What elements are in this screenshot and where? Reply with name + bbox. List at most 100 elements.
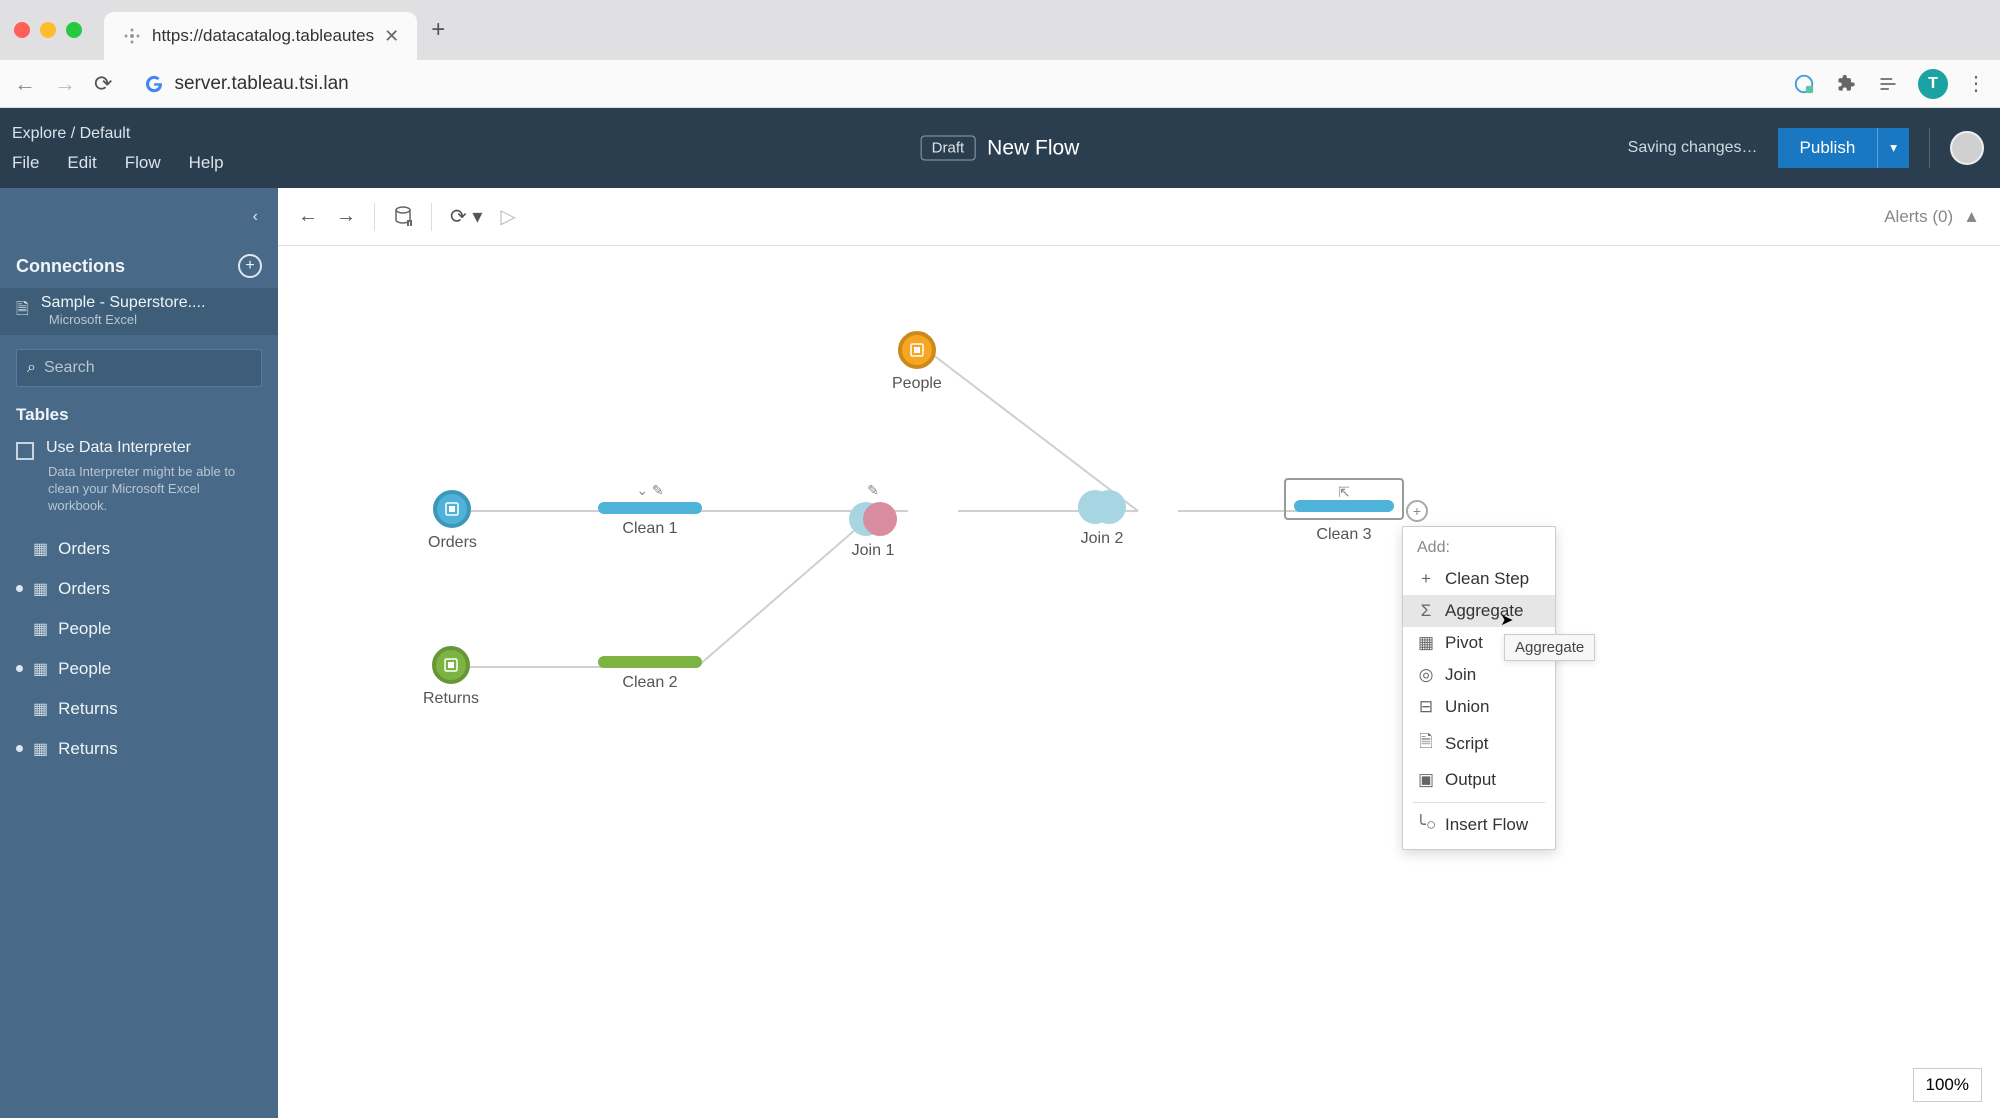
alerts-label[interactable]: Alerts (0) [1884, 207, 1953, 227]
table-icon: ▦ [33, 699, 48, 719]
new-tab-button[interactable]: + [431, 16, 445, 44]
browser-tab-strip: https://datacatalog.tableautes ✕ + [0, 0, 2000, 60]
data-sample-button[interactable] [393, 206, 413, 228]
tables-heading: Tables [0, 397, 278, 433]
breadcrumb-default[interactable]: Default [80, 125, 131, 142]
node-label: Clean 1 [622, 520, 677, 538]
node-label: People [892, 375, 942, 393]
ctx-item-output[interactable]: ▣ Output [1403, 764, 1555, 796]
popout-icon: ⇱ [1294, 484, 1394, 500]
refresh-dropdown-button[interactable]: ⟳ ▾ [450, 204, 482, 229]
ctx-item-clean-step[interactable]: + Clean Step [1403, 563, 1555, 595]
datasource-icon [433, 490, 471, 528]
connection-type: Microsoft Excel [49, 312, 206, 327]
data-interpreter-help: Data Interpreter might be able to clean … [0, 464, 278, 529]
publish-dropdown-button[interactable]: ▾ [1877, 128, 1909, 168]
node-returns[interactable]: Returns [423, 646, 479, 708]
close-tab-button[interactable]: ✕ [384, 26, 399, 47]
ctx-item-script[interactable]: 🗎 Script [1403, 723, 1555, 764]
node-clean1[interactable]: ⌄ ✎ Clean 1 [598, 482, 702, 538]
venn-icon [849, 502, 897, 536]
script-icon: 🗎 [1417, 729, 1435, 758]
profile-avatar[interactable]: T [1918, 69, 1948, 99]
app-header: Explore / Default File Edit Flow Help Dr… [0, 108, 2000, 188]
forward-button[interactable]: → [54, 71, 76, 97]
saving-status: Saving changes… [1628, 139, 1758, 157]
table-item-orders-alt[interactable]: ▦ Orders [0, 569, 278, 609]
undo-button[interactable]: ← [298, 205, 318, 228]
menu-edit[interactable]: Edit [67, 153, 96, 173]
browser-tab[interactable]: https://datacatalog.tableautes ✕ [104, 12, 417, 60]
context-menu-separator [1413, 802, 1545, 803]
menu-flow[interactable]: Flow [125, 153, 161, 173]
collapse-sidebar-button[interactable]: ‹ [253, 208, 258, 226]
table-item-returns-alt[interactable]: ▦ Returns [0, 729, 278, 769]
venn-icon [1078, 490, 1126, 524]
search-input[interactable] [44, 359, 251, 377]
ctx-item-join[interactable]: ◎ Join [1403, 659, 1555, 691]
add-step-button[interactable]: + [1406, 500, 1428, 522]
table-icon: ▦ [33, 619, 48, 639]
node-clean3[interactable]: ⇱ Clean 3 [1284, 478, 1404, 544]
table-item-returns[interactable]: ▦ Returns [0, 689, 278, 729]
output-icon: ▣ [1417, 770, 1435, 790]
back-button[interactable]: ← [14, 71, 36, 97]
filter-icon: ⌄ ✎ [636, 482, 663, 498]
node-label: Clean 2 [622, 674, 677, 692]
ctx-item-aggregate[interactable]: Σ Aggregate [1403, 595, 1555, 627]
breadcrumb-explore[interactable]: Explore [12, 125, 66, 142]
datasource-icon [432, 646, 470, 684]
run-flow-button[interactable]: ▷ [500, 204, 515, 229]
reading-list-icon[interactable] [1876, 72, 1900, 96]
redo-button[interactable]: → [336, 205, 356, 228]
connection-item[interactable]: 🗎 Sample - Superstore.... Microsoft Exce… [0, 288, 278, 335]
node-clean2[interactable]: Clean 2 [598, 656, 702, 692]
extensions-icon[interactable] [1834, 72, 1858, 96]
table-icon: ▦ [33, 579, 48, 599]
ctx-item-insert-flow[interactable]: ╰○ Insert Flow [1403, 809, 1555, 841]
user-avatar[interactable] [1950, 131, 1984, 165]
header-separator [1929, 128, 1930, 168]
node-label: Orders [428, 534, 477, 552]
node-people[interactable]: People [892, 331, 942, 393]
breadcrumb: Explore / Default [12, 125, 224, 143]
data-interpreter-checkbox-row[interactable]: Use Data Interpreter [0, 433, 278, 464]
node-join2[interactable]: Join 2 [1078, 490, 1126, 548]
window-close-button[interactable] [14, 22, 30, 38]
tab-favicon-icon [122, 26, 142, 46]
add-connection-button[interactable]: + [238, 254, 262, 278]
bullet-icon [16, 665, 23, 672]
table-icon: ▦ [33, 739, 48, 759]
warning-icon: ▲ [1963, 207, 1980, 227]
table-icon: ▦ [33, 659, 48, 679]
window-minimize-button[interactable] [40, 22, 56, 38]
search-icon: ⌕ [27, 359, 36, 377]
checkbox-icon[interactable] [16, 442, 34, 460]
connection-name: Sample - Superstore.... [41, 294, 206, 312]
flow-title[interactable]: New Flow [987, 136, 1079, 160]
ctx-item-union[interactable]: ⊟ Union [1403, 691, 1555, 723]
window-maximize-button[interactable] [66, 22, 82, 38]
menu-help[interactable]: Help [189, 153, 224, 173]
table-item-people[interactable]: ▦ People [0, 609, 278, 649]
search-input-wrapper[interactable]: ⌕ [16, 349, 262, 387]
flow-canvas[interactable]: ← → ⟳ ▾ ▷ Alerts (0) ▲ [278, 188, 2000, 1118]
share-icon[interactable] [1792, 72, 1816, 96]
bullet-icon [16, 585, 23, 592]
publish-button[interactable]: Publish [1778, 128, 1878, 168]
flow-icon: ╰○ [1417, 815, 1435, 835]
zoom-level[interactable]: 100% [1913, 1068, 1982, 1102]
plus-icon: + [1417, 569, 1435, 589]
chrome-menu-button[interactable]: ⋮ [1966, 71, 1986, 96]
node-orders[interactable]: Orders [428, 490, 477, 552]
menu-file[interactable]: File [12, 153, 39, 173]
draft-badge: Draft [921, 136, 976, 161]
table-item-people-alt[interactable]: ▦ People [0, 649, 278, 689]
node-join1[interactable]: ✎ Join 1 [849, 482, 897, 560]
datasource-icon [898, 331, 936, 369]
data-interpreter-label: Use Data Interpreter [46, 439, 191, 457]
url-field[interactable]: server.tableau.tsi.lan [130, 66, 1774, 102]
table-item-orders[interactable]: ▦ Orders [0, 529, 278, 569]
context-menu-title: Add: [1403, 535, 1555, 563]
reload-button[interactable]: ⟳ [94, 71, 112, 97]
